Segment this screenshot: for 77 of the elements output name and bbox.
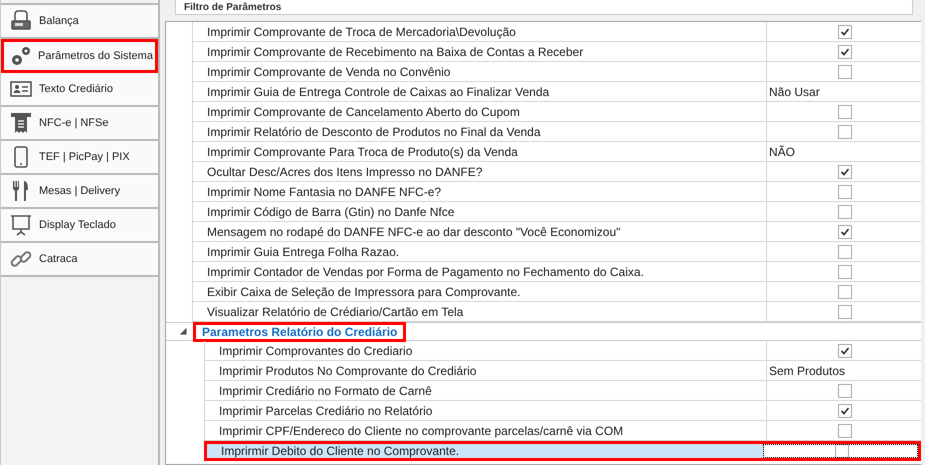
checkbox[interactable] (838, 104, 852, 118)
receipt-icon (9, 111, 33, 135)
parameter-row[interactable]: Imprimir Comprovante de Venda no Convênio (192, 62, 921, 82)
parameter-row[interactable]: Imprimir CPF/Endereco do Cliente no comprovante parcelas/carnê via COM (204, 421, 921, 441)
parameter-row[interactable]: Imprimir Código de Barra (Gtin) no Danfe Nfce (192, 202, 921, 222)
parameter-label: Imprimir Comprovante Para Troca de Produto(s) da Venda (206, 144, 519, 160)
parameter-label: Imprimir Parcelas Crediário no Relatório (218, 402, 434, 420)
parameter-label: Imprimir Guia Entrega Folha Razao. (206, 244, 400, 260)
parameter-row[interactable]: Imprimir Relatório de Desconto de Produtos no Final da Venda (192, 122, 921, 142)
presentation-board-icon (9, 213, 33, 237)
checkbox[interactable] (838, 224, 852, 238)
checkbox[interactable] (838, 44, 852, 58)
sidebar-item[interactable]: NFC-e | NFSe (1, 107, 158, 141)
parameter-row[interactable]: Imprimir Parcelas Crediário no Relatório (204, 401, 921, 421)
checkbox[interactable] (835, 444, 849, 458)
parameter-label: Imprimir Contador de Vendas por Forma de Pagamento no Fechamento do Caixa. (206, 264, 645, 280)
parameter-label: Imprimir Comprovante de Recebimento na Baixa de Contas a Receber (206, 44, 584, 60)
parameter-row[interactable]: Imprimir Comprovante de Cancelamento Aberto do Cupom (192, 102, 921, 122)
parameter-label: Imprimir CPF/Endereco do Cliente no comprovante parcelas/carnê via COM (218, 422, 624, 440)
parameter-label: Imprimir Código de Barra (Gtin) no Danfe Nfce (206, 204, 456, 220)
checkbox[interactable] (838, 24, 852, 38)
parameter-row[interactable]: Imprimir Comprovante Para Troca de Produto(s) da Venda NÃO (192, 142, 921, 162)
parameter-label: Imprimir Comprovantes do Crediario (218, 342, 414, 360)
parameter-label: Imprimir Comprovante de Troca de Mercadoria\Devolução (206, 24, 517, 40)
parameter-label: Imprimir Crediário no Formato de Carnê (218, 382, 433, 400)
parameter-row[interactable]: Imprimir Contador de Vendas por Forma de Pagamento no Fechamento do Caixa. (192, 262, 921, 282)
checkbox[interactable] (838, 284, 852, 298)
filter-title: Filtro de Parâmetros (184, 2, 282, 12)
checkbox[interactable] (838, 424, 852, 438)
sidebar-item[interactable]: Display Teclado (1, 209, 158, 243)
checkbox[interactable] (838, 64, 852, 78)
checkbox[interactable] (838, 184, 852, 198)
parameter-row[interactable]: Imprimir Guia Entrega Folha Razao. (192, 242, 921, 262)
parameter-label: Imprimir Comprovante de Cancelamento Aberto do Cupom (206, 104, 521, 120)
sidebar-item[interactable]: Catraca (1, 243, 158, 277)
group-title: Parametros Relatório do Crediário (193, 322, 406, 342)
checkbox[interactable] (838, 164, 852, 178)
checkbox[interactable] (838, 264, 852, 278)
parameter-row[interactable]: Visualizar Relatório de Crédiario/Cartão em Tela (192, 302, 921, 322)
parameter-row[interactable]: Imprimir Comprovante de Recebimento na Baixa de Contas a Receber (192, 42, 921, 62)
parameter-label: Mensagem no rodapé do DANFE NFC-e ao dar desconto "Você Economizou" (206, 224, 622, 240)
parameter-label: Visualizar Relatório de Crédiario/Cartão em Tela (206, 304, 464, 320)
parameter-row[interactable]: Imprimir Crediário no Formato de Carnê (204, 381, 921, 401)
checkbox[interactable] (838, 124, 852, 138)
sidebar-item[interactable]: Mesas | Delivery (1, 175, 158, 209)
parameter-row[interactable]: Imprimir Guia de Entrega Controle de Caixas ao Finalizar Venda Não Usar (192, 82, 921, 102)
checkbox[interactable] (838, 204, 852, 218)
parameter-row[interactable]: Imprimir Nome Fantasia no DANFE NFC-e? (192, 182, 921, 202)
sidebar-item[interactable]: Parâmetros do Sistema (1, 39, 158, 73)
parameter-row[interactable]: Imprimir Comprovante de Troca de Mercadoria\Devolução (192, 22, 921, 42)
checkbox[interactable] (838, 384, 852, 398)
checkbox[interactable] (838, 344, 852, 358)
parameter-row[interactable]: Imprimir Produtos No Comprovante do Crediário Sem Produtos (204, 361, 921, 381)
parameter-label: Exibir Caixa de Seleção de Impressora para Comprovante. (206, 284, 522, 300)
sidebar-item[interactable]: TEF | PicPay | PIX (1, 141, 158, 175)
sidebar-item[interactable]: Texto Crediário (1, 73, 158, 107)
group-row[interactable]: Parametros Relatório do Crediário (166, 322, 921, 341)
parameter-label: Imprimir Relatório de Desconto de Produtos no Final da Venda (206, 124, 542, 140)
parameter-label: Ocultar Desc/Acres dos Itens Impresso no DANFE? (206, 164, 484, 180)
collapse-arrow-icon[interactable] (180, 328, 187, 335)
parameter-value: Não Usar (769, 84, 820, 98)
parameter-row[interactable]: Imprimir Comprovantes do Crediario (204, 341, 921, 361)
parameter-label: Imprimir Comprovante de Venda no Convênio (206, 64, 452, 80)
parameter-row[interactable]: Ocultar Desc/Acres dos Itens Impresso no DANFE? (192, 162, 921, 182)
parameter-label: Imprimir Produtos No Comprovante do Crediário (218, 362, 478, 380)
sidebar-item[interactable]: Balança (1, 5, 158, 39)
parameter-value: NÃO (769, 144, 796, 158)
parameter-value: Sem Produtos (769, 364, 846, 378)
parameter-label: Imprimir Nome Fantasia no DANFE NFC-e? (206, 184, 442, 200)
parameter-row[interactable]: Imprirmir Debito do Cliente no Comprovante. (204, 441, 921, 461)
checkbox[interactable] (838, 304, 852, 318)
parameter-label: Imprirmir Debito do Cliente no Comprovante. (207, 444, 763, 458)
checkbox[interactable] (838, 404, 852, 418)
parameter-row[interactable]: Mensagem no rodapé do DANFE NFC-e ao dar desconto "Você Economizou" (192, 222, 921, 242)
parameter-label: Imprimir Guia de Entrega Controle de Caixas ao Finalizar Venda (206, 84, 550, 100)
checkbox[interactable] (838, 244, 852, 258)
parameter-row[interactable]: Exibir Caixa de Seleção de Impressora para Comprovante. (192, 282, 921, 302)
